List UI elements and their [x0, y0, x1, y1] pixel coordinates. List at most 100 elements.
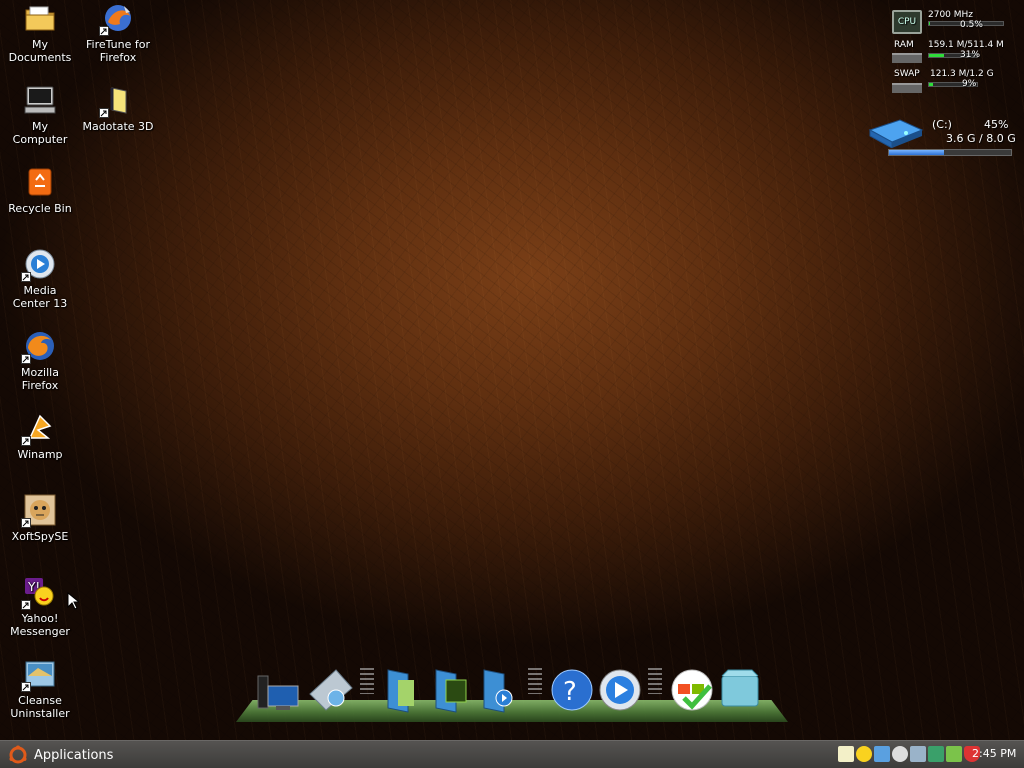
- shortcut-arrow-icon: [21, 518, 31, 528]
- dock-media-player[interactable]: [596, 664, 644, 714]
- desktop-icon-firefox[interactable]: Mozilla Firefox: [0, 330, 80, 392]
- desktop-icon-label: Uninstaller: [10, 707, 70, 720]
- ubuntu-logo-icon: [9, 745, 27, 764]
- desktop-icon-my-computer[interactable]: My Computer: [0, 84, 80, 146]
- madotate-icon: [99, 84, 134, 118]
- mouse-cursor-icon: [67, 592, 79, 610]
- pictures-folder-icon: [435, 669, 467, 713]
- text-editor-icon[interactable]: [874, 746, 890, 762]
- computer-icon: [24, 84, 56, 116]
- desktop-icon-label: FireTune for: [85, 38, 150, 51]
- ram-value: 159.1 M/511.4 M: [928, 40, 1004, 50]
- yahoo-messenger-icon: Y!: [21, 576, 56, 610]
- help-icon: ?: [551, 669, 593, 711]
- disk-usage-widget: (C:) 45% 3.6 G / 8.0 G: [866, 114, 1016, 160]
- desktop-icon-label: Documents: [8, 51, 72, 64]
- shortcut-arrow-icon: [21, 600, 31, 610]
- desktop-icon-label: Computer: [12, 133, 68, 146]
- firetune-icon: [99, 2, 134, 36]
- dock-documents-folder[interactable]: [380, 664, 428, 714]
- winamp-icon: [21, 412, 56, 446]
- cleanse-uninstaller-icon: [21, 658, 56, 692]
- shortcut-arrow-icon: [21, 354, 31, 364]
- desktop-icon-label: My: [31, 38, 48, 51]
- shortcut-arrow-icon: [99, 26, 109, 36]
- clock[interactable]: 2:45 PM: [972, 747, 1016, 760]
- folder-documents-icon: [24, 2, 56, 34]
- network-monitor-icon[interactable]: [928, 746, 944, 762]
- dock-windows-update[interactable]: [668, 664, 716, 714]
- documents-folder-icon: [387, 669, 414, 713]
- desktop-icon-label: Media: [23, 284, 57, 297]
- ram-chip-icon: [892, 53, 922, 63]
- dock-music-folder[interactable]: [476, 664, 524, 714]
- system-tray: [838, 746, 980, 764]
- swap-value: 121.3 M/1.2 G: [930, 69, 994, 79]
- cpu-frequency: 2700 MHz: [928, 10, 974, 20]
- update-icon[interactable]: [946, 746, 962, 762]
- applications-label: Applications: [34, 747, 114, 763]
- desktop-icon-label: Madotate 3D: [82, 120, 154, 133]
- status-icon[interactable]: [892, 746, 908, 762]
- windows-update-icon: [671, 669, 713, 711]
- desktop-icon-label: Winamp: [17, 448, 63, 461]
- dock-separator: [648, 668, 662, 694]
- dock-computer[interactable]: [254, 664, 302, 714]
- desktop-icon-label: Mozilla: [21, 366, 59, 379]
- notes-icon[interactable]: [838, 746, 854, 762]
- recycle-bin-icon: [721, 669, 759, 707]
- disk-percent: 45%: [984, 118, 1009, 131]
- cpu-label: CPU: [897, 17, 917, 27]
- ram-label: RAM: [894, 40, 914, 50]
- dock-separator: [360, 668, 374, 694]
- desktop-icon-media-center[interactable]: Media Center 13: [0, 248, 80, 310]
- network-icon[interactable]: [910, 746, 926, 762]
- shortcut-arrow-icon: [21, 272, 31, 282]
- svg-text:?: ?: [563, 677, 577, 707]
- desktop-icon-label: XoftSpySE: [11, 530, 69, 543]
- disk-usage-bar: [888, 149, 1012, 156]
- desktop-icon-my-documents[interactable]: My Documents: [0, 2, 80, 64]
- dock-network-drive[interactable]: [306, 664, 354, 714]
- disk-usage-fill: [889, 150, 944, 155]
- computer-icon: [257, 675, 299, 710]
- shortcut-arrow-icon: [99, 108, 109, 118]
- desktop-icon-cleanse-uninstaller[interactable]: Cleanse Uninstaller: [0, 658, 80, 720]
- smiley-icon[interactable]: [856, 746, 872, 762]
- desktop-icon-firetune[interactable]: FireTune for Firefox: [78, 2, 158, 64]
- disk-name: (C:): [932, 118, 952, 131]
- ram-percent: 31%: [960, 50, 981, 60]
- shortcut-arrow-icon: [21, 682, 31, 692]
- system-monitor-widget: CPU 2700 MHz 0.5% RAM 159.1 M/511.4 M 31…: [888, 6, 1018, 98]
- firefox-icon: [21, 330, 56, 364]
- ram-usage-fill: [929, 54, 944, 57]
- swap-label: SWAP: [894, 69, 920, 79]
- bottom-panel: Applications 2:45 PM: [0, 740, 1024, 768]
- hard-drive-icon: [868, 119, 924, 148]
- media-player-icon: [599, 669, 641, 711]
- dock-recycle-bin[interactable]: [716, 664, 764, 714]
- applications-menu-button[interactable]: Applications: [4, 743, 117, 767]
- media-center-icon: [21, 248, 56, 282]
- dock-help[interactable]: ?: [548, 664, 596, 714]
- desktop-icon-label: Center 13: [12, 297, 68, 310]
- swap-usage-fill: [929, 83, 934, 86]
- shortcut-arrow-icon: [21, 436, 31, 446]
- network-drive-icon: [309, 669, 353, 711]
- dock-pictures-folder[interactable]: [428, 664, 476, 714]
- desktop-icon-label: Cleanse: [18, 694, 62, 707]
- desktop-icon-label: Firefox: [99, 51, 137, 64]
- cpu-icon: CPU: [892, 10, 922, 34]
- desktop-icon-label: Firefox: [21, 379, 59, 392]
- desktop-icon-winamp[interactable]: Winamp: [0, 412, 80, 461]
- music-folder-icon: [483, 669, 513, 713]
- recycle-bin-icon: [24, 166, 56, 198]
- dock-separator: [528, 668, 542, 694]
- desktop-icon-xoftspy[interactable]: XoftSpySE: [0, 494, 80, 543]
- desktop-icon-label: Recycle Bin: [8, 202, 72, 215]
- desktop-icon-label: Messenger: [10, 625, 70, 638]
- desktop-icon-recycle-bin[interactable]: Recycle Bin: [0, 166, 80, 215]
- disk-usage-text: 3.6 G / 8.0 G: [946, 132, 1016, 145]
- swap-chip-icon: [892, 83, 922, 93]
- desktop-icon-madotate[interactable]: Madotate 3D: [78, 84, 158, 133]
